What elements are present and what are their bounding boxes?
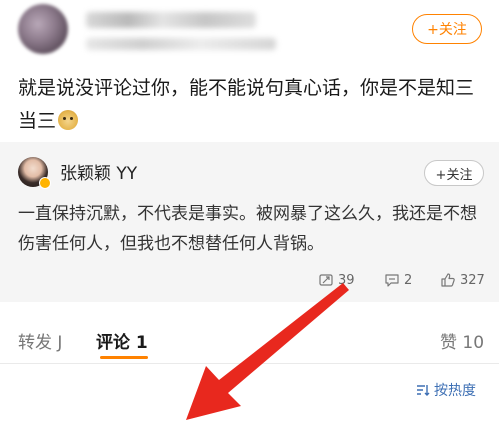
quoted-post-text: 一直保持沉默，不代表是事实。被网暴了这么久，我还是不想伤害任何人，但我也不想替任… (18, 204, 477, 254)
quoted-author-name[interactable]: 张颖颖 YY (60, 159, 137, 184)
sort-by-popularity-button[interactable]: 按热度 (416, 380, 476, 400)
post-meta-redacted (86, 38, 276, 50)
active-tab-indicator (100, 356, 148, 359)
sort-icon (417, 385, 430, 396)
detail-tabs: 转发 J 评论 1 赞 10 (0, 322, 499, 359)
author-avatar[interactable] (18, 4, 68, 54)
doge-emoji-icon (58, 110, 79, 130)
quoted-comment-button[interactable]: 2 (384, 268, 412, 292)
thumbs-up-icon (441, 273, 455, 287)
post-text-content: 就是说没评论过你，能不能说句真心话，你是不是知三当三 (18, 77, 475, 132)
author-name-redacted (86, 12, 256, 28)
quoted-post-card[interactable]: 张颖颖 YY +关注 一直保持沉默，不代表是事实。被网暴了这么久，我还是不想伤害… (0, 142, 499, 302)
divider (0, 363, 499, 364)
quoted-like-button[interactable]: 327 (440, 268, 485, 292)
comment-count: 2 (404, 272, 413, 288)
quoted-action-bar: 39 2 327 (0, 268, 499, 292)
tab-reposts[interactable]: 转发 J (18, 328, 62, 353)
tab-likes[interactable]: 赞 10 (440, 328, 484, 353)
follow-button[interactable]: +关注 (412, 14, 482, 44)
verified-badge-icon (39, 177, 51, 189)
like-count: 327 (460, 272, 485, 288)
repost-icon (319, 274, 333, 286)
post-text: 就是说没评论过你，能不能说句真心话，你是不是知三当三 (18, 72, 488, 138)
sort-label: 按热度 (434, 383, 476, 399)
repost-count: 39 (338, 272, 355, 288)
post-header: +关注 (0, 0, 499, 64)
comment-icon (385, 274, 399, 287)
quoted-follow-button[interactable]: +关注 (424, 160, 484, 186)
quoted-repost-button[interactable]: 39 (318, 268, 355, 292)
tab-comments[interactable]: 评论 1 (96, 328, 148, 353)
